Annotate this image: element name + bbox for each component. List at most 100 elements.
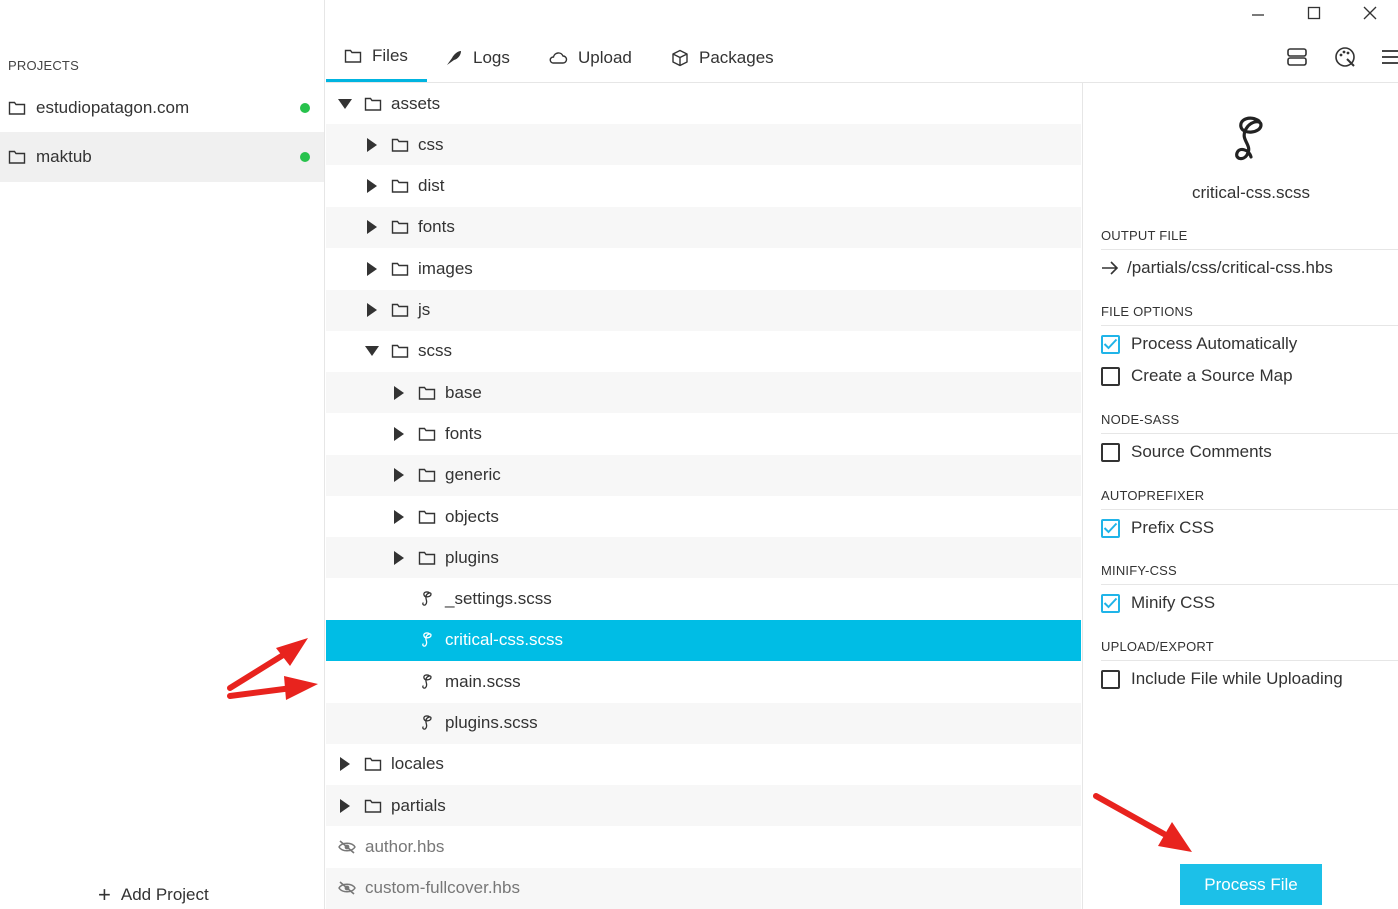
minify-css-checkbox[interactable]: Minify CSS [1101, 593, 1215, 613]
caret-right-icon[interactable] [392, 468, 406, 483]
option-label: Source Comments [1131, 442, 1272, 461]
folder-icon [344, 49, 362, 63]
output-path-link[interactable]: /partials/css/critical-css.hbs [1101, 258, 1333, 278]
caret-right-icon[interactable] [365, 137, 379, 152]
tree-row-dist[interactable]: dist [326, 166, 1081, 207]
menu-button[interactable] [1374, 43, 1398, 71]
process-file-button[interactable]: Process File [1180, 864, 1322, 905]
folder-icon [364, 797, 382, 815]
tree-row-settings-scss[interactable]: _settings.scss [326, 579, 1081, 620]
tree-row-plugins-scss[interactable]: plugins.scss [326, 702, 1081, 744]
tree-item-label: images [418, 258, 473, 278]
tree-item-label: dist [418, 176, 445, 196]
caret-right-icon[interactable] [392, 550, 406, 565]
minimize-button[interactable] [1230, 0, 1286, 26]
caret-right-icon[interactable] [365, 303, 379, 317]
sass-icon [418, 673, 436, 691]
folder-icon [391, 136, 409, 154]
caret-right-icon[interactable] [338, 757, 352, 772]
tree-item-label: main.scss [445, 671, 521, 691]
caret-right-icon[interactable] [338, 798, 352, 813]
caret-right-icon[interactable] [365, 261, 379, 276]
node-sass-heading: NODE-SASS [1101, 412, 1398, 434]
tree-row-fonts[interactable]: fonts [326, 206, 1081, 248]
tree-row-author-hbs[interactable]: author.hbs [326, 826, 1081, 867]
tree-row-scss[interactable]: scss [326, 331, 1081, 372]
option-label: Prefix CSS [1131, 518, 1215, 537]
output-path: /partials/css/critical-css.hbs [1127, 258, 1333, 277]
tree-row-locales[interactable]: locales [326, 744, 1081, 785]
tree-row-base[interactable]: base [326, 372, 1081, 414]
caret-right-icon[interactable] [392, 385, 406, 400]
close-icon [1363, 6, 1377, 20]
project-item-estudiopatagon[interactable]: estudiopatagon.com [0, 83, 324, 133]
maximize-icon [1307, 6, 1321, 20]
minimize-icon [1252, 14, 1264, 16]
tree-row-css[interactable]: css [326, 124, 1081, 166]
tab-label: Packages [699, 47, 774, 67]
add-project-button[interactable]: + Add Project [98, 884, 209, 906]
close-button[interactable] [1342, 0, 1398, 26]
option-label: Create a Source Map [1131, 366, 1293, 385]
tab-logs[interactable]: Logs [427, 33, 528, 82]
box-icon [672, 49, 688, 66]
tab-files[interactable]: Files [326, 33, 427, 82]
tree-row-assets[interactable]: assets [326, 83, 1081, 124]
source-comments-checkbox[interactable]: Source Comments [1101, 442, 1272, 462]
palette-button[interactable] [1331, 43, 1359, 71]
tree-row-custom-fullcover-hbs[interactable]: custom-fullcover.hbs [326, 867, 1081, 909]
tree-row-generic[interactable]: generic [326, 454, 1081, 496]
feather-icon [447, 50, 461, 65]
tree-row-main-scss[interactable]: main.scss [326, 661, 1081, 702]
app-window: PROJECTS estudiopatagon.com maktub + Add… [0, 0, 1398, 909]
caret-right-icon[interactable] [365, 220, 379, 235]
tree-row-images[interactable]: images [326, 248, 1081, 289]
caret-down-icon[interactable] [338, 97, 352, 111]
folder-icon [391, 260, 409, 278]
caret-down-icon[interactable] [365, 344, 379, 358]
tab-packages[interactable]: Packages [653, 33, 792, 82]
tree-item-label: author.hbs [365, 836, 445, 856]
tab-label: Logs [473, 47, 510, 67]
folder-icon [418, 425, 436, 443]
tree-item-label: _settings.scss [445, 589, 552, 609]
tree-row-critical-css-scss[interactable]: critical-css.scss [326, 619, 1081, 661]
sidebar-title: PROJECTS [8, 58, 79, 73]
tree-row-fonts[interactable]: fonts [326, 413, 1081, 454]
sass-icon [418, 714, 436, 732]
tree-row-plugins[interactable]: plugins [326, 537, 1081, 579]
tree-row-objects[interactable]: objects [326, 496, 1081, 537]
eye-slash-icon [338, 838, 356, 856]
option-label: Include File while Uploading [1131, 669, 1343, 688]
tree-item-label: generic [445, 465, 501, 485]
eye-slash-icon [338, 879, 356, 897]
option-label: Process Automatically [1131, 334, 1298, 353]
tree-item-label: plugins [445, 547, 499, 567]
tree-row-partials[interactable]: partials [326, 785, 1081, 827]
prefix-css-checkbox[interactable]: Prefix CSS [1101, 518, 1214, 538]
minify-css-heading: MINIFY-CSS [1101, 563, 1398, 585]
folder-icon [391, 177, 409, 195]
caret-right-icon[interactable] [392, 509, 406, 524]
tree-item-label: assets [391, 93, 441, 113]
create-source-map-checkbox[interactable]: Create a Source Map [1101, 366, 1293, 386]
upload-export-heading: UPLOAD/EXPORT [1101, 639, 1398, 661]
include-upload-checkbox[interactable]: Include File while Uploading [1101, 669, 1343, 689]
caret-right-icon[interactable] [365, 179, 379, 194]
output-file-heading: OUTPUT FILE [1101, 228, 1398, 250]
project-item-maktub[interactable]: maktub [0, 132, 324, 182]
status-dot [300, 152, 310, 162]
tree-row-js[interactable]: js [326, 289, 1081, 331]
folder-icon [418, 508, 436, 526]
maximize-button[interactable] [1286, 0, 1342, 26]
tree-item-label: fonts [418, 217, 455, 237]
process-automatically-checkbox[interactable]: Process Automatically [1101, 334, 1297, 354]
main-tabs: Files Logs Upload Packages [326, 33, 1398, 83]
window-controls [1230, 0, 1398, 30]
cloud-icon [549, 51, 568, 64]
caret-right-icon[interactable] [392, 426, 406, 441]
tab-upload[interactable]: Upload [530, 33, 650, 82]
tab-label: Upload [578, 47, 632, 67]
server-button[interactable] [1283, 43, 1311, 71]
folder-icon [364, 95, 382, 113]
